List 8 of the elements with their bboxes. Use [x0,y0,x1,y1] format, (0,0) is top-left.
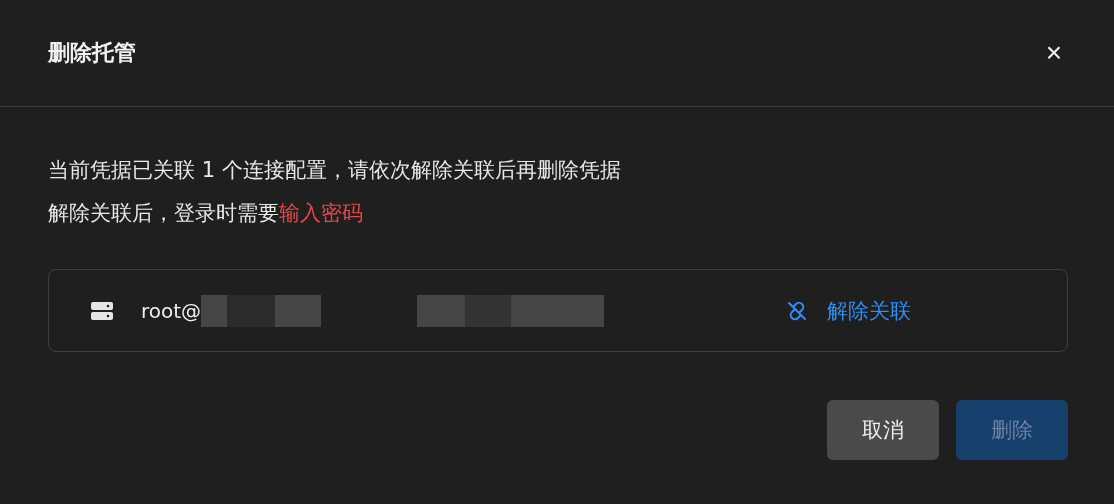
dialog-title: 删除托管 [48,39,136,67]
host-text: root@ [141,298,202,323]
close-button[interactable]: × [1041,39,1066,67]
server-icon [91,301,113,320]
unlink-link[interactable]: 解除关联 [785,296,911,325]
message-text: 解除关联后，登录时需要输入密码 [48,200,364,227]
message-text: 当前凭据已关联 1 个连接配置，请依次解除关联后再删除凭据 [48,157,622,184]
cancel-button[interactable]: 取消 [827,400,939,460]
